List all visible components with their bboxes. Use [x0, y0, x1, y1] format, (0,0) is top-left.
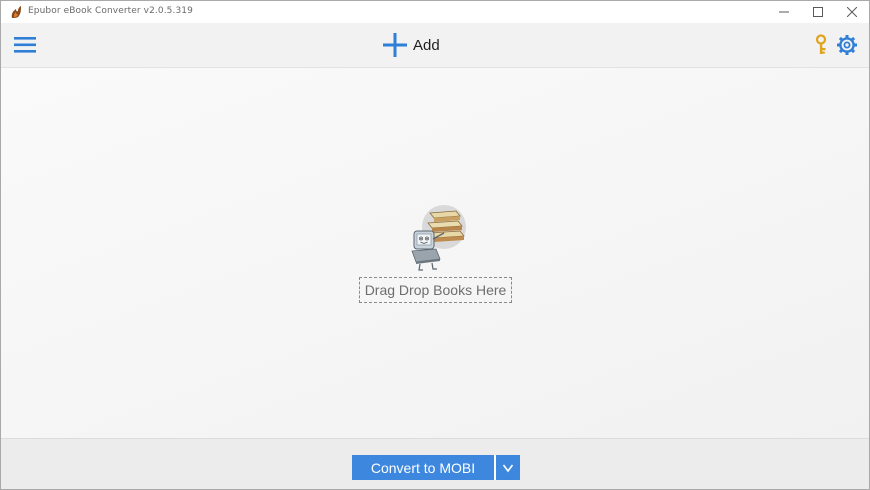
menu-button[interactable] [13, 34, 37, 56]
book-drop-area[interactable]: Drag Drop Books Here [1, 68, 869, 438]
maximize-button[interactable] [801, 1, 835, 23]
books-computer-icon [406, 203, 470, 273]
output-format-dropdown-button[interactable] [496, 455, 520, 480]
maximize-icon [813, 7, 823, 17]
minimize-button[interactable] [767, 1, 801, 23]
drop-zone[interactable]: Drag Drop Books Here [358, 203, 518, 307]
bottom-bar: Convert to MOBI [1, 438, 869, 489]
settings-button[interactable] [836, 34, 858, 56]
title-bar: Epubor eBook Converter v2.0.5.319 [1, 1, 869, 23]
add-button[interactable]: Add [381, 29, 440, 61]
add-label: Add [413, 36, 440, 54]
convert-button-group: Convert to MOBI [352, 455, 520, 480]
close-icon [847, 7, 857, 17]
chevron-down-icon [502, 464, 514, 472]
key-icon [815, 34, 827, 54]
drop-label-box: Drag Drop Books Here [359, 277, 512, 303]
hamburger-menu-icon [14, 37, 36, 53]
minimize-icon [779, 11, 789, 13]
app-window: Epubor eBook Converter v2.0.5.319 Add Dr… [0, 0, 870, 490]
plus-icon [383, 33, 407, 57]
register-key-button[interactable] [813, 34, 829, 56]
drop-label: Drag Drop Books Here [364, 282, 507, 298]
window-title: Epubor eBook Converter v2.0.5.319 [28, 6, 193, 16]
app-logo-icon [9, 5, 23, 19]
gear-icon [837, 35, 857, 55]
close-button[interactable] [835, 1, 869, 23]
convert-button[interactable]: Convert to MOBI [352, 455, 494, 480]
toolbar: Add [1, 23, 869, 68]
